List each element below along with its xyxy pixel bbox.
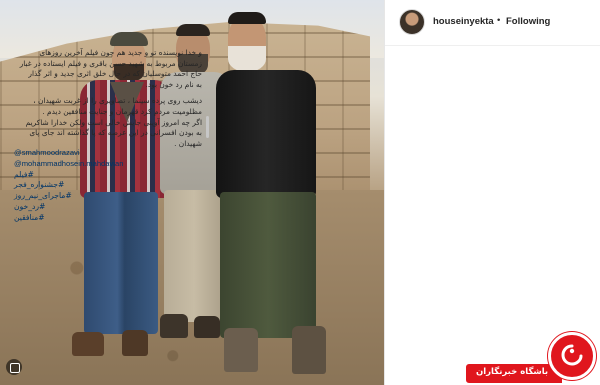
caption-line: زمستان مربوط به شهید حسن باقری و فیلم ای… — [19, 58, 202, 68]
gallery-icon[interactable] — [6, 359, 22, 375]
separator-dot: • — [497, 15, 501, 26]
avatar[interactable] — [399, 9, 425, 35]
caption-line: به بودن افسرانی در این عرصه که پا گذاشته… — [29, 128, 202, 138]
mention-link[interactable]: @smahmoodrazavi — [14, 148, 202, 159]
caption-line: مظلومیت مردم کرد قهرمان و جنایت منافقین … — [42, 106, 202, 116]
watermark-label: باشگاه خبرنگاران — [476, 367, 549, 377]
caption-text: و خدا نویسنده تو و جدید هم چون فیلم آخری… — [14, 48, 202, 149]
person-right — [216, 12, 326, 382]
caption-scrollbar[interactable] — [206, 116, 209, 138]
hashtag-link[interactable]: #ماجرای_نیم_روز — [14, 191, 202, 202]
brand-logo-icon — [548, 332, 596, 380]
post-header: houseinyekta • Following — [385, 0, 600, 46]
caption-line: به نام رد خون بود. — [145, 79, 203, 89]
caption-line: دیشب روی پرده سینما ، تصاویری را از غربت… — [33, 96, 202, 106]
hashtag-link[interactable]: #رد_خون — [14, 202, 202, 213]
hashtag-link[interactable]: #جشنواره_فجر — [14, 180, 202, 191]
mention-link[interactable]: @mohammadhosein.mahdavian — [14, 159, 202, 170]
caption-line: و خدا نویسنده تو و جدید هم چون فیلم آخری… — [39, 48, 202, 57]
hashtag-link[interactable]: #منافقین — [14, 213, 202, 224]
caption-line: اگر چه امروز آوینی جایش خالی است ولکن خد… — [25, 117, 202, 127]
caption-tags: @smahmoodrazavi @mohammadhosein.mahdavia… — [14, 148, 202, 224]
following-button[interactable]: Following — [506, 16, 550, 27]
caption-line: حاج احمد متوسلیان که در حال خلق اثری جدی… — [28, 69, 202, 79]
username-link[interactable]: houseinyekta — [433, 16, 494, 27]
post-sidebar: houseinyekta • Following — [384, 0, 600, 385]
hashtag-link[interactable]: #فیلم — [14, 170, 202, 181]
